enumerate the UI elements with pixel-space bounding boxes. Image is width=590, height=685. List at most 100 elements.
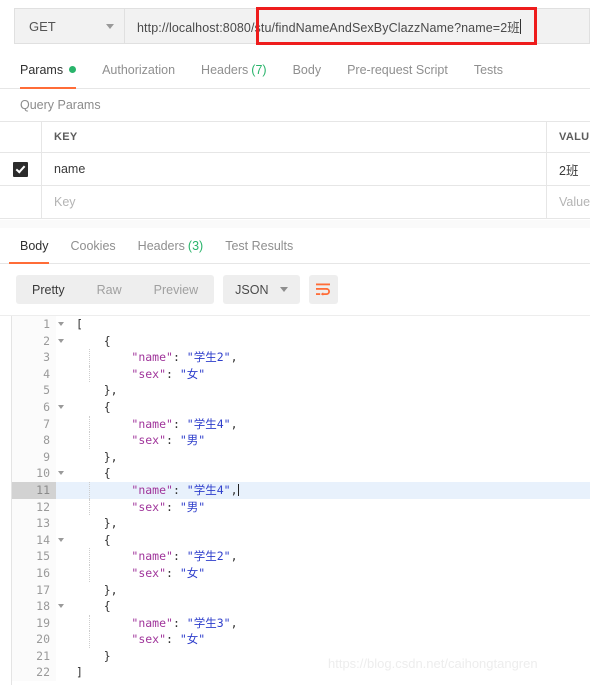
param-value-input[interactable]: 2班 — [547, 153, 590, 185]
request-tab-label: Params — [20, 62, 64, 77]
response-tab-body[interactable]: Body — [9, 228, 60, 264]
code-line[interactable]: 16 "sex": "女" — [0, 564, 590, 582]
text-cursor — [237, 483, 239, 496]
http-method-dropdown[interactable]: GET — [14, 8, 124, 44]
code-line[interactable]: 12 "sex": "男" — [0, 498, 590, 516]
response-tab-cookies[interactable]: Cookies — [60, 228, 127, 263]
fold-arrow-icon[interactable] — [58, 322, 64, 326]
query-params-label: Query Params — [20, 98, 101, 112]
http-method-label: GET — [29, 18, 56, 34]
code-token: }, — [103, 383, 118, 398]
code-line[interactable]: 20 "sex": "女" — [0, 631, 590, 648]
code-token: : — [166, 433, 180, 448]
view-mode-group: Pretty Raw Preview — [16, 275, 215, 304]
code-line-content: }, — [56, 449, 590, 466]
request-tab-headers[interactable]: Headers (7) — [188, 51, 280, 88]
fold-arrow-icon[interactable] — [58, 604, 64, 609]
code-line[interactable]: 8 "sex": "男" — [0, 432, 590, 449]
response-tab-test-results[interactable]: Test Results — [214, 228, 304, 263]
code-line[interactable]: 19 "name": "学生3", — [0, 614, 590, 632]
code-line-content: "sex": "男" — [56, 432, 590, 449]
code-line[interactable]: 18 { — [0, 598, 590, 615]
param-key-input[interactable]: name — [42, 153, 547, 185]
code-line-content: "name": "学生2", — [56, 349, 590, 366]
code-token: "sex" — [131, 433, 167, 448]
request-tab-authorization[interactable]: Authorization — [89, 51, 188, 88]
chevron-down-icon — [106, 23, 114, 29]
fold-arrow-icon[interactable] — [58, 404, 64, 409]
view-mode-raw[interactable]: Raw — [81, 275, 138, 304]
request-tab-body[interactable]: Body — [280, 51, 335, 88]
code-token: : — [172, 482, 187, 497]
code-line-content: { — [56, 399, 590, 416]
request-tab-tests[interactable]: Tests — [461, 51, 516, 88]
code-line-content: }, — [56, 582, 590, 599]
new-param-key-input[interactable]: Key — [42, 186, 547, 218]
table-row-empty[interactable]: Key Value — [0, 186, 590, 219]
request-tab-pre-request-script[interactable]: Pre-request Script — [334, 51, 461, 88]
url-input[interactable]: http://localhost:8080/stu/findNameAndSex… — [124, 8, 590, 44]
code-line[interactable]: 4 "sex": "女" — [0, 365, 590, 383]
code-line[interactable]: 11 "name": "学生4", — [0, 481, 590, 499]
code-token: "学生3" — [186, 615, 231, 630]
code-token: "女" — [179, 632, 206, 647]
code-line[interactable]: 7 "name": "学生4", — [0, 415, 590, 433]
code-line[interactable]: 3 "name": "学生2", — [0, 349, 590, 366]
word-wrap-icon — [316, 283, 331, 296]
code-line-content: "sex": "女" — [56, 365, 590, 383]
code-line[interactable]: 13 }, — [0, 515, 590, 532]
fold-arrow-icon[interactable] — [58, 338, 64, 343]
code-token: , — [230, 615, 238, 630]
code-line[interactable]: 6 { — [0, 398, 590, 416]
code-token: "女" — [179, 565, 206, 580]
code-line[interactable]: 15 "name": "学生2", — [0, 548, 590, 565]
fold-arrow-icon[interactable] — [58, 471, 64, 476]
code-token: }, — [103, 516, 118, 531]
code-token: [ — [76, 317, 83, 331]
response-format-dropdown[interactable]: JSON — [223, 275, 301, 304]
response-tab-headers[interactable]: Headers (3) — [127, 228, 215, 263]
new-param-value-input[interactable]: Value — [547, 186, 590, 218]
code-line-content: "name": "学生4", — [56, 481, 590, 499]
code-token: "name" — [131, 416, 173, 431]
fold-arrow-icon[interactable] — [58, 537, 64, 542]
indent-guide — [89, 432, 91, 449]
code-token: , — [230, 549, 238, 564]
code-token: ] — [76, 665, 83, 680]
code-line[interactable]: 17 }, — [0, 581, 590, 599]
code-line[interactable]: 1[ — [0, 316, 590, 333]
view-mode-preview[interactable]: Preview — [138, 275, 214, 304]
code-token: }, — [103, 582, 118, 597]
code-token: { — [103, 466, 111, 481]
code-line-content: "name": "学生3", — [56, 614, 590, 632]
code-line-content: "sex": "女" — [56, 631, 590, 648]
request-tab-label: Tests — [473, 62, 503, 77]
param-enabled-checkbox[interactable] — [13, 161, 28, 177]
code-line[interactable]: 9 }, — [0, 448, 590, 466]
code-lines-container: 1[2 {3 "name": "学生2", 4 "sex": "女" 5 }, 6 {… — [0, 316, 590, 682]
word-wrap-toggle-button[interactable] — [309, 275, 339, 304]
code-token: : — [172, 549, 187, 564]
request-tab-params[interactable]: Params — [20, 51, 89, 89]
column-header-key: KEY — [42, 122, 547, 152]
column-header-value: VALUE — [559, 131, 590, 143]
code-token: "学生4" — [186, 416, 231, 431]
code-line[interactable]: 5 }, — [0, 382, 590, 399]
view-mode-pretty[interactable]: Pretty — [16, 275, 81, 304]
code-token: "sex" — [131, 499, 167, 514]
response-body-editor[interactable]: 1[2 {3 "name": "学生2", 4 "sex": "女" 5 }, 6 {… — [0, 315, 590, 685]
code-token: "sex" — [131, 366, 167, 381]
code-line[interactable]: 2 { — [0, 332, 590, 350]
table-row[interactable]: name 2班 — [0, 153, 590, 186]
code-line[interactable]: 14 { — [0, 531, 590, 549]
code-line[interactable]: 10 { — [0, 465, 590, 482]
table-header-row: KEY VALUE — [0, 122, 590, 153]
